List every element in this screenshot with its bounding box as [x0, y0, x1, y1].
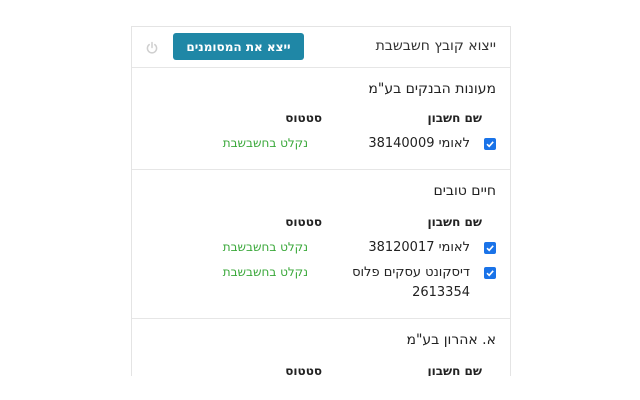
panel-header: ייצוא קובץ חשבשבת ייצא את המסומנים: [132, 27, 510, 68]
export-panel: ייצוא קובץ חשבשבת ייצא את המסומנים מעונו…: [131, 26, 511, 376]
status-text: נקלט בחשבשבת: [222, 136, 308, 150]
account-checkbox[interactable]: [484, 138, 496, 150]
column-header-status: סטטוס: [285, 215, 322, 229]
export-selected-button[interactable]: ייצא את המסומנים: [173, 33, 304, 60]
status-text: נקלט בחשבשבת: [222, 265, 308, 279]
company-section: מעונות הבנקים בע"מ שם חשבון סטטוס לאומי …: [132, 68, 510, 170]
column-header-account: שם חשבון: [427, 215, 482, 229]
company-name: חיים טובים: [433, 183, 496, 199]
company-section: א. אהרון בע"מ שם חשבון סטטוס: [132, 319, 510, 376]
power-icon[interactable]: [145, 40, 159, 54]
account-name: לאומי 38140009: [368, 136, 470, 151]
account-name: לאומי 38120017: [368, 240, 470, 255]
account-checkbox[interactable]: [484, 267, 496, 279]
company-name: א. אהרון בע"מ: [406, 332, 496, 348]
column-header-status: סטטוס: [285, 364, 322, 376]
status-text: נקלט בחשבשבת: [222, 240, 308, 254]
company-name: מעונות הבנקים בע"מ: [368, 81, 496, 97]
company-section: חיים טובים שם חשבון סטטוס לאומי 38120017…: [132, 170, 510, 319]
account-checkbox[interactable]: [484, 242, 496, 254]
account-name: דיסקונט עסקים פלוס 2613354: [352, 265, 470, 300]
column-header-status: סטטוס: [285, 111, 322, 125]
column-header-account: שם חשבון: [427, 364, 482, 376]
column-header-account: שם חשבון: [427, 111, 482, 125]
panel-title: ייצוא קובץ חשבשבת: [375, 38, 496, 54]
